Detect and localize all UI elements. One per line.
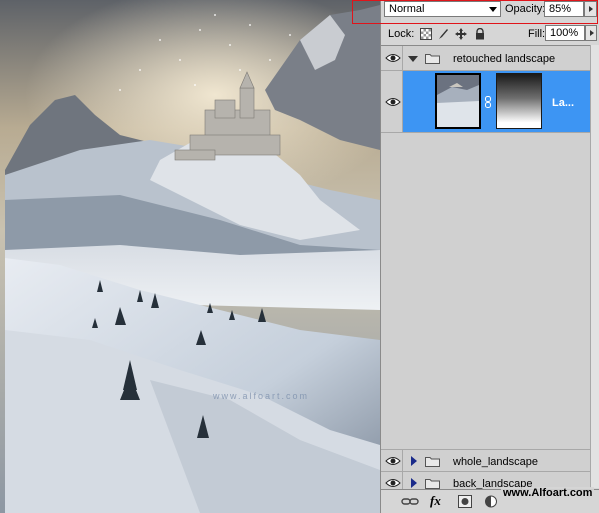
layer-group-row[interactable]: retouched landscape [381, 46, 590, 71]
site-credit-watermark: www.Alfoart.com [501, 487, 595, 499]
lock-position-icon[interactable] [455, 28, 467, 40]
opacity-label: Opacity: [505, 3, 546, 15]
visibility-toggle[interactable] [381, 46, 403, 70]
add-mask-icon[interactable] [458, 495, 472, 508]
expand-arrow-icon[interactable] [411, 478, 417, 488]
layers-panel: Normal Opacity: 85% Lock: Fill: 100% ret… [380, 0, 599, 513]
link-icon[interactable] [485, 96, 491, 108]
layer-group-name: retouched landscape [453, 53, 556, 65]
folder-icon [425, 54, 440, 64]
chevron-down-icon[interactable] [489, 7, 497, 12]
layer-thumbnail-image [437, 75, 479, 127]
lock-pixels-icon[interactable] [437, 28, 449, 40]
collapse-arrow-icon[interactable] [408, 56, 418, 62]
folder-icon [425, 457, 440, 467]
eye-icon [385, 457, 401, 465]
landscape-image [0, 0, 380, 513]
layers-list: retouched landscape La... whole_landscap… [381, 45, 590, 495]
blend-mode-select[interactable]: Normal [384, 1, 501, 17]
document-canvas[interactable]: www.alfoart.com [0, 0, 380, 513]
lock-label: Lock: [388, 28, 415, 40]
lock-row: Lock: Fill: 100% [381, 24, 599, 44]
link-layers-icon[interactable] [401, 495, 419, 508]
fill-slider-button[interactable] [585, 25, 597, 41]
eye-icon [385, 98, 401, 106]
layer-group-name: whole_landscape [453, 456, 539, 468]
visibility-toggle[interactable] [381, 71, 403, 132]
expand-arrow-icon[interactable] [411, 456, 417, 466]
layer-name: La... [552, 97, 575, 109]
layer-group-row[interactable]: whole_landscape [381, 449, 590, 472]
opacity-slider-button[interactable] [584, 1, 597, 17]
eye-icon [385, 54, 401, 62]
opacity-input[interactable]: 85% [544, 1, 584, 17]
photo-watermark: www.alfoart.com [213, 391, 310, 401]
eye-icon [385, 479, 401, 487]
fill-label: Fill: [528, 28, 546, 40]
adjustment-layer-icon[interactable] [484, 495, 498, 508]
folder-icon [425, 479, 440, 489]
blend-mode-value: Normal [389, 3, 425, 15]
visibility-toggle[interactable] [381, 450, 403, 471]
fill-input[interactable]: 100% [545, 25, 585, 41]
layer-thumbnail[interactable] [435, 73, 481, 129]
fx-icon[interactable]: fx [430, 493, 441, 508]
lock-transparency-icon[interactable] [420, 28, 432, 40]
selected-layer-row[interactable]: La... [381, 71, 590, 133]
layer-mask-thumbnail[interactable] [496, 73, 542, 129]
lock-all-icon[interactable] [474, 27, 486, 40]
layers-scrollbar[interactable] [590, 45, 599, 488]
